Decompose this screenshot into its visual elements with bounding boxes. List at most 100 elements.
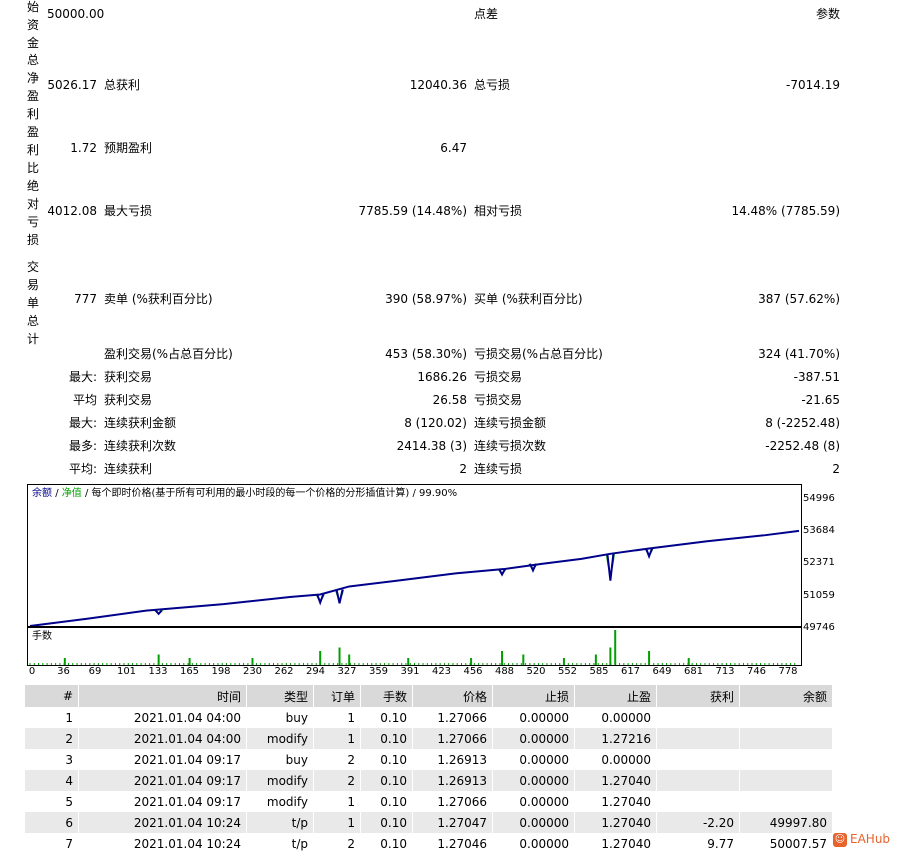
- table-cell-手数: 0.10: [360, 770, 413, 791]
- balance-chart-plot: [29, 529, 800, 626]
- table-cell-#: 3: [25, 749, 79, 770]
- stat-left-value: 8 (120.02): [404, 416, 467, 430]
- table-cell-止损: 0.00000: [492, 833, 575, 854]
- col-time[interactable]: 时间: [78, 685, 247, 707]
- table-cell-#: 4: [25, 770, 79, 791]
- col-number[interactable]: #: [25, 685, 79, 707]
- col-type[interactable]: 类型: [246, 685, 314, 707]
- x-tick-label: 681: [683, 666, 704, 677]
- relative-drawdown-value: 14.48% (7785.59): [731, 204, 840, 218]
- stat-left-label: 连续获利: [104, 462, 153, 476]
- table-row[interactable]: 3 2021.01.04 09:17 buy 2 0.10 1.26913 0.00000 0…: [25, 749, 833, 770]
- col-balance[interactable]: 余额: [739, 685, 833, 707]
- spread-label: 点差: [474, 7, 499, 21]
- short-trades-label: 卖单 (%获利百分比): [104, 292, 213, 306]
- table-cell-类型: buy: [246, 749, 314, 770]
- table-cell-时间: 2021.01.04 09:17: [78, 770, 247, 791]
- stat-right-value: -387.51: [793, 370, 840, 384]
- x-tick-label: 165: [179, 666, 200, 677]
- table-cell-止损: 0.00000: [492, 749, 575, 770]
- stat-right-label: 连续亏损次数: [474, 439, 547, 453]
- table-cell-止损: 0.00000: [492, 707, 575, 728]
- expected-payoff-value: 6.47: [440, 141, 467, 155]
- stat-prefix: 最大:: [68, 416, 97, 430]
- loss-trades-label: 亏损交易(%占总百分比): [474, 347, 603, 361]
- table-row[interactable]: 2 2021.01.04 04:00 modify 1 0.10 1.27066 0.000…: [25, 728, 833, 749]
- table-row[interactable]: 1 2021.01.04 04:00 buy 1 0.10 1.27066 0.00000 0…: [25, 707, 833, 728]
- col-tp[interactable]: 止盈: [574, 685, 657, 707]
- table-cell-价格: 1.26913: [412, 749, 493, 770]
- table-cell-手数: 0.10: [360, 749, 413, 770]
- table-cell-订单: 1: [313, 812, 361, 833]
- table-cell-手数: 0.10: [360, 728, 413, 749]
- stat-right-value: 2: [832, 462, 840, 476]
- table-row[interactable]: 4 2021.01.04 09:17 modify 2 0.10 1.26913 0.000…: [25, 770, 833, 791]
- volume-label: 手数: [32, 631, 52, 642]
- x-tick-label: 36: [57, 666, 70, 677]
- gross-profit-value: 12040.36: [409, 78, 467, 92]
- table-cell-价格: 1.27066: [412, 791, 493, 812]
- long-trades-label: 买单 (%获利百分比): [474, 292, 583, 306]
- x-tick-label: 294: [305, 666, 326, 677]
- eahub-logo-icon: ☺: [833, 832, 847, 847]
- balance-chart: 余额 / 净值 / 每个即时价格(基于所有可利用的最小时段的每一个价格的分形插值…: [27, 484, 802, 666]
- balance-dip: [645, 548, 654, 560]
- table-cell-类型: modify: [246, 770, 314, 791]
- table-cell-价格: 1.27046: [412, 833, 493, 854]
- x-tick-label: 198: [211, 666, 231, 677]
- x-tick-label: 649: [652, 666, 672, 677]
- profit-factor-value: 1.72: [70, 141, 97, 155]
- col-sl[interactable]: 止损: [492, 685, 575, 707]
- col-lots[interactable]: 手数: [360, 685, 413, 707]
- net-profit-value: 5026.17: [47, 78, 97, 92]
- stat-right-label: 连续亏损金额: [474, 416, 547, 430]
- stat-left-value: 2: [459, 462, 467, 476]
- col-profit[interactable]: 获利: [656, 685, 740, 707]
- short-trades-value: 390 (58.97%): [385, 292, 467, 306]
- x-tick-label: 778: [778, 666, 798, 677]
- stat-right-value: -21.65: [801, 393, 840, 407]
- x-tick-label: 488: [494, 666, 515, 677]
- col-order[interactable]: 订单: [313, 685, 361, 707]
- absolute-drawdown-value: 4012.08: [47, 204, 97, 218]
- label-initial-deposit: 始资金: [26, 0, 39, 50]
- col-price[interactable]: 价格: [412, 685, 493, 707]
- legend-description: / 每个即时价格(基于所有可利用的最小时段的每一个价格的分形插值计算) / 99…: [84, 488, 458, 499]
- profit-trades-value: 453 (58.30%): [385, 347, 467, 361]
- x-tick-label: 713: [715, 666, 735, 677]
- relative-drawdown-label: 相对亏损: [474, 204, 523, 218]
- stat-right-label: 亏损交易: [474, 370, 523, 384]
- stat-prefix: 平均: [72, 393, 97, 407]
- max-drawdown-value: 7785.59 (14.48%): [358, 204, 467, 218]
- stat-prefix: 平均:: [68, 462, 97, 476]
- table-cell-订单: 1: [313, 728, 361, 749]
- table-cell-价格: 1.27066: [412, 707, 493, 728]
- table-cell-止盈: 1.27040: [574, 791, 657, 812]
- volume-chart-plot: [29, 630, 796, 665]
- y-tick-label: 51059: [803, 589, 835, 601]
- table-cell-获利: [656, 707, 740, 728]
- x-tick-label: 69: [88, 666, 102, 677]
- stat-right-label: 亏损交易: [474, 393, 523, 407]
- table-row[interactable]: 7 2021.01.04 10:24 t/p 2 0.10 1.27046 0.00000 1…: [25, 833, 833, 854]
- table-cell-获利: [656, 791, 740, 812]
- table-cell-订单: 1: [313, 707, 361, 728]
- table-cell-止损: 0.00000: [492, 728, 575, 749]
- table-cell-手数: 0.10: [360, 812, 413, 833]
- gross-loss-label: 总亏损: [474, 78, 511, 92]
- table-cell-订单: 2: [313, 833, 361, 854]
- initial-deposit-value: 50000.00: [47, 7, 105, 21]
- balance-dip: [154, 609, 163, 616]
- y-tick-label: 53684: [803, 525, 835, 537]
- x-tick-label: 0: [28, 666, 36, 677]
- balance-line: [29, 529, 800, 626]
- table-cell-类型: buy: [246, 707, 314, 728]
- table-cell-止损: 0.00000: [492, 812, 575, 833]
- x-tick-label: 230: [242, 666, 263, 677]
- label-profit-factor: 盈利比: [26, 125, 39, 175]
- x-tick-label: 617: [620, 666, 641, 677]
- x-tick-label: 262: [274, 666, 294, 677]
- table-row[interactable]: 5 2021.01.04 09:17 modify 1 0.10 1.27066 0.000…: [25, 791, 833, 812]
- table-cell-时间: 2021.01.04 10:24: [78, 812, 247, 833]
- table-row[interactable]: 6 2021.01.04 10:24 t/p 1 0.10 1.27047 0.00000 1…: [25, 812, 833, 833]
